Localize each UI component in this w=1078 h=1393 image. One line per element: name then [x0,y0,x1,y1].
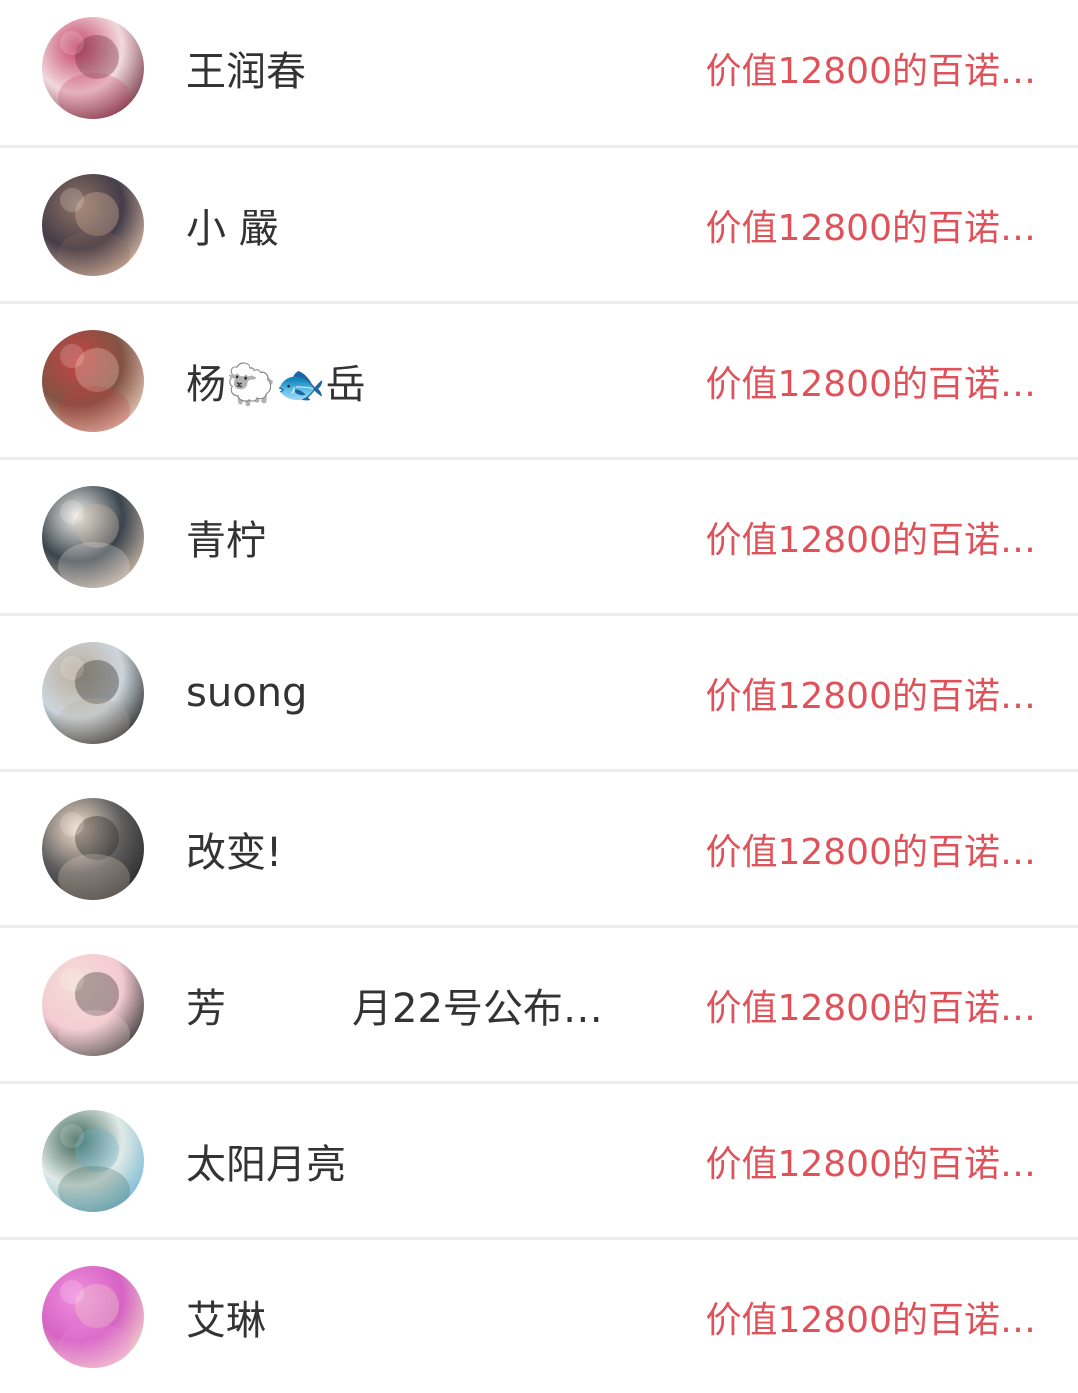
user-note: 月22号公布… [352,985,603,1032]
avatar-flowers[interactable] [42,16,144,119]
avatar-baby[interactable] [42,173,144,276]
user-name: suong [186,669,308,716]
recipient-list: 王润春 价值12800的百诺… 小 嚴 价值12800的百诺… 杨🐑🐟岳 价值1… [0,0,1078,1393]
user-name: 杨🐑🐟岳 [186,361,366,408]
avatar-beach[interactable] [42,641,144,744]
list-item[interactable]: 太阳月亮 价值12800的百诺… [0,1084,1078,1237]
list-item[interactable]: 艾琳 价值12800的百诺… [0,1240,1078,1393]
avatar-pink-room[interactable] [42,1265,144,1368]
gift-label[interactable]: 价值12800的百诺… [705,511,1036,563]
gift-label[interactable]: 价值12800的百诺… [705,1135,1036,1187]
user-name: 芳 [186,985,226,1032]
gift-label[interactable]: 价值12800的百诺… [705,667,1036,719]
user-name: 艾琳 [186,1297,266,1344]
list-item[interactable]: 改变! 价值12800的百诺… [0,772,1078,925]
avatar-girl[interactable] [42,485,144,588]
list-item[interactable]: 青柠 价值12800的百诺… [0,460,1078,613]
list-item[interactable]: 王润春 价值12800的百诺… [0,0,1078,145]
list-item[interactable]: 芳 月22号公布… 价值12800的百诺… [0,928,1078,1081]
gift-label[interactable]: 价值12800的百诺… [705,823,1036,875]
gift-label[interactable]: 价值12800的百诺… [705,199,1036,251]
gift-label[interactable]: 价值12800的百诺… [705,42,1036,94]
user-name: 王润春 [186,48,306,95]
list-item[interactable]: 杨🐑🐟岳 价值12800的百诺… [0,304,1078,457]
avatar-red-text[interactable] [42,329,144,432]
gift-label[interactable]: 价值12800的百诺… [705,979,1036,1031]
user-name: 小 嚴 [186,205,279,252]
avatar-pink-face[interactable] [42,953,144,1056]
avatar-face[interactable] [42,797,144,900]
list-item[interactable]: suong 价值12800的百诺… [0,616,1078,769]
user-name: 太阳月亮 [186,1141,346,1188]
gift-label[interactable]: 价值12800的百诺… [705,355,1036,407]
user-name: 改变! [186,829,283,876]
avatar-landscape[interactable] [42,1109,144,1212]
list-item[interactable]: 小 嚴 价值12800的百诺… [0,148,1078,301]
user-name: 青柠 [186,517,266,564]
gift-label[interactable]: 价值12800的百诺… [705,1291,1036,1343]
